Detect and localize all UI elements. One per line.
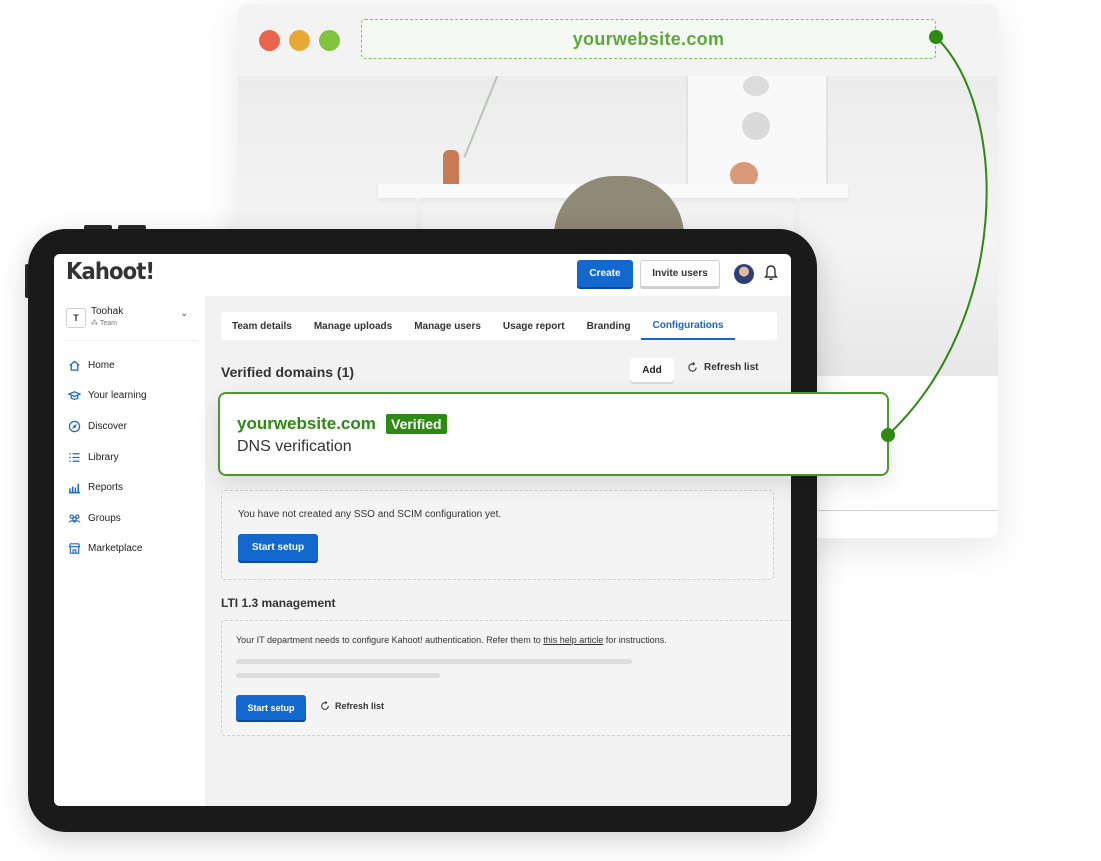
sidebar-item-label: Groups <box>88 512 121 524</box>
sso-start-setup-button[interactable]: Start setup <box>238 534 318 561</box>
main-content: Team details Manage uploads Manage users… <box>205 296 791 806</box>
kahoot-logo[interactable]: Kahoot! <box>66 259 155 285</box>
sidebar-item-groups[interactable]: Groups <box>54 503 205 534</box>
tab-manage-uploads[interactable]: Manage uploads <box>303 312 403 340</box>
refresh-label: Refresh list <box>704 362 759 373</box>
tab-manage-users[interactable]: Manage users <box>403 312 492 340</box>
tab-bar: Team details Manage uploads Manage users… <box>221 312 777 340</box>
app-header: Kahoot! Create Invite users <box>54 254 791 297</box>
sidebar-item-label: Your learning <box>88 390 147 402</box>
window-minimize-button[interactable] <box>289 30 310 51</box>
tab-configurations[interactable]: Configurations <box>641 312 735 340</box>
team-type-label: Team <box>99 320 117 327</box>
verified-domain-card: yourwebsite.com Verified DNS verificatio… <box>218 392 889 476</box>
domain-name: yourwebsite.com <box>237 414 376 433</box>
chevron-down-icon[interactable]: ⌄ <box>180 308 188 319</box>
lti-message: Your IT department needs to configure Ka… <box>236 635 667 645</box>
verified-badge: Verified <box>386 414 447 434</box>
lti-start-setup-button[interactable]: Start setup <box>236 695 306 720</box>
sidebar-item-label: Marketplace <box>88 543 143 555</box>
team-name: Toohak <box>91 306 124 317</box>
verified-domains-title: Verified domains (1) <box>221 364 355 380</box>
tab-branding[interactable]: Branding <box>576 312 642 340</box>
verification-method: DNS verification <box>237 438 352 455</box>
people-icon: ⁂ <box>91 320 100 327</box>
bar-chart-icon <box>68 483 81 494</box>
window-maximize-button[interactable] <box>319 30 340 51</box>
sidebar-item-home[interactable]: Home <box>54 350 205 381</box>
window-close-button[interactable] <box>259 30 280 51</box>
sso-scim-panel: You have not created any SSO and SCIM co… <box>221 490 774 580</box>
add-domain-button[interactable]: Add <box>630 358 674 382</box>
sso-empty-message: You have not created any SSO and SCIM co… <box>238 509 502 520</box>
browser-toolbar: yourwebsite.com <box>238 4 998 76</box>
vase <box>443 150 459 188</box>
refresh-icon <box>688 362 697 372</box>
sidebar-item-your-learning[interactable]: Your learning <box>54 381 205 412</box>
plant-branch <box>463 76 555 181</box>
help-article-link[interactable]: this help article <box>543 635 603 645</box>
team-badge: T <box>66 308 86 328</box>
sidebar-nav: Home Your learning Discover Library Repo… <box>54 350 205 564</box>
refresh-icon <box>321 701 329 710</box>
tablet-screen: Kahoot! Create Invite users T Toohak ⁂ T… <box>54 254 791 806</box>
placeholder-line <box>236 673 440 678</box>
lti-refresh-list-button[interactable]: Refresh list <box>320 701 384 711</box>
sidebar-item-label: Reports <box>88 482 124 494</box>
invite-users-button[interactable]: Invite users <box>640 260 720 287</box>
sidebar-item-label: Discover <box>88 420 127 432</box>
groups-icon <box>68 514 81 523</box>
lti-panel: Your IT department needs to configure Ka… <box>221 620 791 736</box>
sidebar-item-reports[interactable]: Reports <box>54 472 205 503</box>
sidebar-item-label: Home <box>88 359 115 371</box>
placeholder-line <box>236 659 632 664</box>
tab-team-details[interactable]: Team details <box>221 312 303 340</box>
sidebar-item-discover[interactable]: Discover <box>54 411 205 442</box>
home-icon <box>69 360 80 371</box>
divider <box>818 510 998 511</box>
avatar[interactable] <box>734 264 754 284</box>
frame-art <box>742 112 770 140</box>
team-switcher[interactable]: T Toohak ⁂ Team ⌄ <box>64 306 198 341</box>
lti-section-title: LTI 1.3 management <box>221 596 336 610</box>
list-icon <box>69 452 80 462</box>
create-button[interactable]: Create <box>577 260 633 287</box>
graduation-cap-icon <box>68 391 81 401</box>
team-type: ⁂ Team <box>91 319 117 327</box>
compass-icon <box>68 420 81 433</box>
frame-art <box>743 76 769 96</box>
lti-message-text: for instructions. <box>603 635 667 645</box>
sidebar-item-library[interactable]: Library <box>54 442 205 473</box>
bell-icon[interactable] <box>764 264 778 282</box>
address-bar[interactable]: yourwebsite.com <box>361 19 936 59</box>
sidebar-item-marketplace[interactable]: Marketplace <box>54 534 205 565</box>
store-icon <box>68 543 81 555</box>
refresh-list-button[interactable]: Refresh list <box>687 362 758 373</box>
lti-message-text: Your IT department needs to configure Ka… <box>236 635 544 645</box>
refresh-label: Refresh list <box>335 701 385 711</box>
sidebar: T Toohak ⁂ Team ⌄ Home Your learning Dis… <box>54 296 206 806</box>
tab-usage-report[interactable]: Usage report <box>492 312 576 340</box>
sidebar-item-label: Library <box>88 451 119 463</box>
